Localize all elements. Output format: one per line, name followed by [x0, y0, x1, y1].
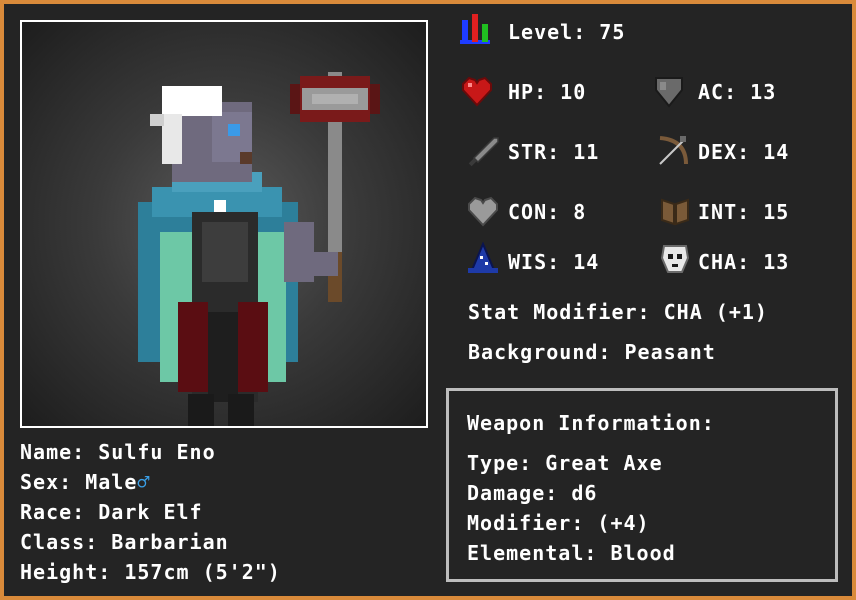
character-class: Class: Barbarian: [20, 530, 229, 554]
con-value: 8: [573, 200, 587, 224]
character-sex: Sex: Male♂: [20, 470, 150, 494]
wis-value: 14: [573, 250, 600, 274]
hp-label: HP:: [508, 80, 548, 104]
character-portrait: [20, 20, 428, 428]
weapon-type-value: Great Axe: [545, 451, 663, 475]
stat-modifier-label: Stat Modifier:: [468, 300, 651, 324]
int-value: 15: [763, 200, 790, 224]
skull-mask-icon: [658, 242, 692, 276]
shield-icon: [652, 74, 686, 108]
dex-stat: DEX: 14: [698, 140, 789, 164]
background-value: Peasant: [624, 340, 716, 364]
sex-label: Sex:: [20, 470, 73, 494]
wizard-hat-icon: [466, 242, 500, 276]
name-value: Sulfu Eno: [98, 440, 216, 464]
weapon-elemental: Elemental: Blood: [467, 541, 676, 565]
stat-modifier: Stat Modifier: CHA (+1): [468, 300, 768, 324]
str-label: STR:: [508, 140, 561, 164]
character-height: Height: 157cm (5'2"): [20, 560, 281, 584]
weapon-damage-label: Damage:: [467, 481, 559, 505]
con-stat: CON: 8: [508, 200, 586, 224]
character-race: Race: Dark Elf: [20, 500, 203, 524]
hp-value: 10: [560, 80, 587, 104]
book-icon: [658, 194, 692, 228]
weapon-modifier-value: (+4): [597, 511, 650, 535]
sword-icon: [466, 134, 500, 168]
weapon-info-title: Weapon Information:: [467, 411, 715, 435]
level-value: 75: [599, 20, 626, 44]
background: Background: Peasant: [468, 340, 716, 364]
dex-label: DEX:: [698, 140, 751, 164]
class-label: Class:: [20, 530, 99, 554]
level-label: Level:: [508, 20, 587, 44]
male-symbol-icon: ♂: [137, 470, 151, 494]
bow-icon: [656, 134, 690, 168]
height-value: 157cm (5'2"): [124, 560, 281, 584]
weapon-damage-value: d6: [571, 481, 598, 505]
background-label: Background:: [468, 340, 612, 364]
class-value: Barbarian: [111, 530, 229, 554]
cha-label: CHA:: [698, 250, 751, 274]
weapon-type: Type: Great Axe: [467, 451, 663, 475]
level-bars-icon: [458, 12, 492, 46]
height-label: Height:: [20, 560, 112, 584]
weapon-type-label: Type:: [467, 451, 533, 475]
grey-heart-icon: [466, 194, 500, 228]
str-value: 11: [573, 140, 600, 164]
sex-value: Male: [85, 470, 138, 494]
wis-label: WIS:: [508, 250, 561, 274]
race-value: Dark Elf: [98, 500, 203, 524]
stat-modifier-value: CHA (+1): [663, 300, 768, 324]
ac-stat: AC: 13: [698, 80, 776, 104]
name-label: Name:: [20, 440, 86, 464]
weapon-modifier: Modifier: (+4): [467, 511, 650, 535]
hp-stat: HP: 10: [508, 80, 586, 104]
character-name: Name: Sulfu Eno: [20, 440, 216, 464]
wis-stat: WIS: 14: [508, 250, 599, 274]
weapon-damage: Damage: d6: [467, 481, 597, 505]
character-sheet: Level: 75 HP: 10 AC: 13 STR: 11 DEX: 14 …: [0, 0, 856, 600]
ac-value: 13: [750, 80, 777, 104]
race-label: Race:: [20, 500, 86, 524]
weapon-info-panel: Weapon Information: Type: Great Axe Dama…: [446, 388, 838, 582]
level-stat: Level: 75: [508, 20, 625, 44]
cha-value: 13: [763, 250, 790, 274]
ac-label: AC:: [698, 80, 738, 104]
weapon-elemental-label: Elemental:: [467, 541, 598, 565]
weapon-elemental-value: Blood: [610, 541, 676, 565]
con-label: CON:: [508, 200, 561, 224]
int-stat: INT: 15: [698, 200, 789, 224]
weapon-modifier-label: Modifier:: [467, 511, 585, 535]
cha-stat: CHA: 13: [698, 250, 789, 274]
heart-icon: [460, 74, 494, 108]
int-label: INT:: [698, 200, 751, 224]
dex-value: 14: [763, 140, 790, 164]
str-stat: STR: 11: [508, 140, 599, 164]
character-sprite: [138, 72, 380, 426]
